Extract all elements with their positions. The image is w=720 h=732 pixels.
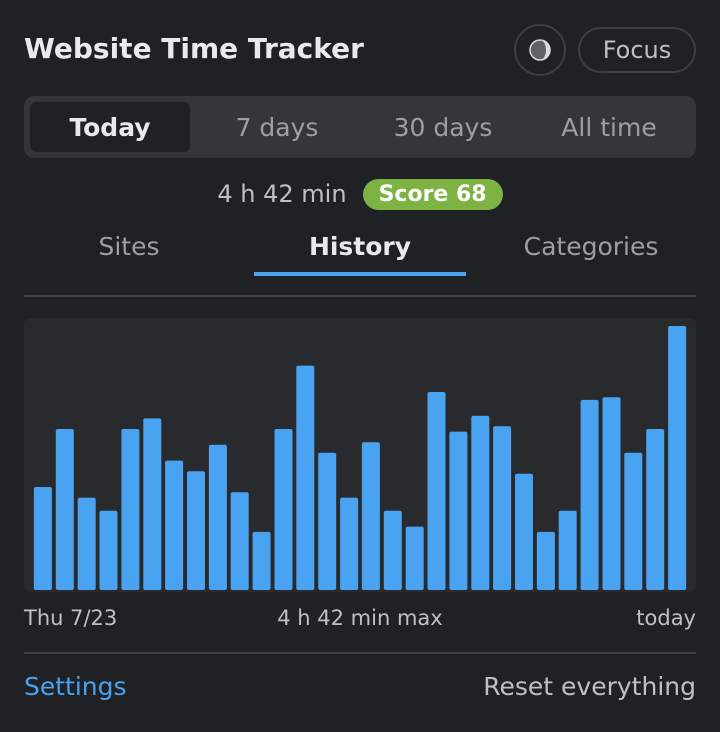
history-bar[interactable] xyxy=(624,452,643,590)
chart-max-label: 4 h 42 min max xyxy=(277,606,443,630)
half-moon-icon xyxy=(529,39,551,61)
history-bar[interactable] xyxy=(121,429,140,590)
history-bar[interactable] xyxy=(558,510,577,590)
total-time: 4 h 42 min xyxy=(217,180,347,208)
history-bar[interactable] xyxy=(515,473,533,590)
history-bar[interactable] xyxy=(208,444,227,590)
history-bar[interactable] xyxy=(33,487,52,590)
history-bar[interactable] xyxy=(187,471,205,590)
history-bar[interactable] xyxy=(55,429,74,590)
history-chart-svg xyxy=(33,326,687,590)
range-option-today[interactable]: Today xyxy=(30,102,190,152)
view-tabs: Sites History Categories xyxy=(24,226,696,276)
history-bar[interactable] xyxy=(493,426,512,590)
focus-button[interactable]: Focus xyxy=(578,27,696,73)
history-bar[interactable] xyxy=(449,431,468,590)
history-bar[interactable] xyxy=(252,531,271,590)
range-option-7-days[interactable]: 7 days xyxy=(194,102,360,152)
history-bar[interactable] xyxy=(427,392,446,590)
theme-toggle-button[interactable] xyxy=(514,24,566,76)
history-bar[interactable] xyxy=(361,442,380,590)
history-bar[interactable] xyxy=(668,326,687,590)
history-bar[interactable] xyxy=(99,510,118,590)
history-bar[interactable] xyxy=(471,415,490,590)
history-bar[interactable] xyxy=(274,429,293,590)
range-option-30-days[interactable]: 30 days xyxy=(360,102,526,152)
history-bar[interactable] xyxy=(318,452,337,590)
history-chart xyxy=(24,318,696,592)
history-bar[interactable] xyxy=(405,526,424,590)
tabs-divider xyxy=(24,295,696,297)
header: Website Time Tracker Focus xyxy=(24,24,696,76)
history-bar[interactable] xyxy=(230,492,249,590)
tab-categories[interactable]: Categories xyxy=(486,226,696,276)
active-tab-indicator xyxy=(254,272,466,276)
history-bar[interactable] xyxy=(383,510,402,590)
history-bar[interactable] xyxy=(646,429,665,590)
range-option-all-time[interactable]: All time xyxy=(526,102,692,152)
settings-link[interactable]: Settings xyxy=(24,672,127,701)
app-title: Website Time Tracker xyxy=(24,32,364,65)
history-bar[interactable] xyxy=(602,397,621,590)
history-bar[interactable] xyxy=(340,497,359,590)
history-bar[interactable] xyxy=(165,460,184,590)
history-bar[interactable] xyxy=(77,497,96,590)
history-bar[interactable] xyxy=(296,365,315,590)
summary-row: 4 h 42 min Score 68 xyxy=(0,176,720,212)
chart-end-label: today xyxy=(636,606,696,630)
score-badge: Score 68 xyxy=(362,178,503,210)
history-bar[interactable] xyxy=(536,531,555,590)
reset-everything-link[interactable]: Reset everything xyxy=(483,672,696,701)
tab-history[interactable]: History xyxy=(254,226,466,276)
history-bar[interactable] xyxy=(143,418,162,590)
tab-sites[interactable]: Sites xyxy=(24,226,234,276)
history-bar[interactable] xyxy=(580,399,599,590)
date-range-selector: Today 7 days 30 days All time xyxy=(24,96,696,158)
footer-divider xyxy=(24,652,696,654)
